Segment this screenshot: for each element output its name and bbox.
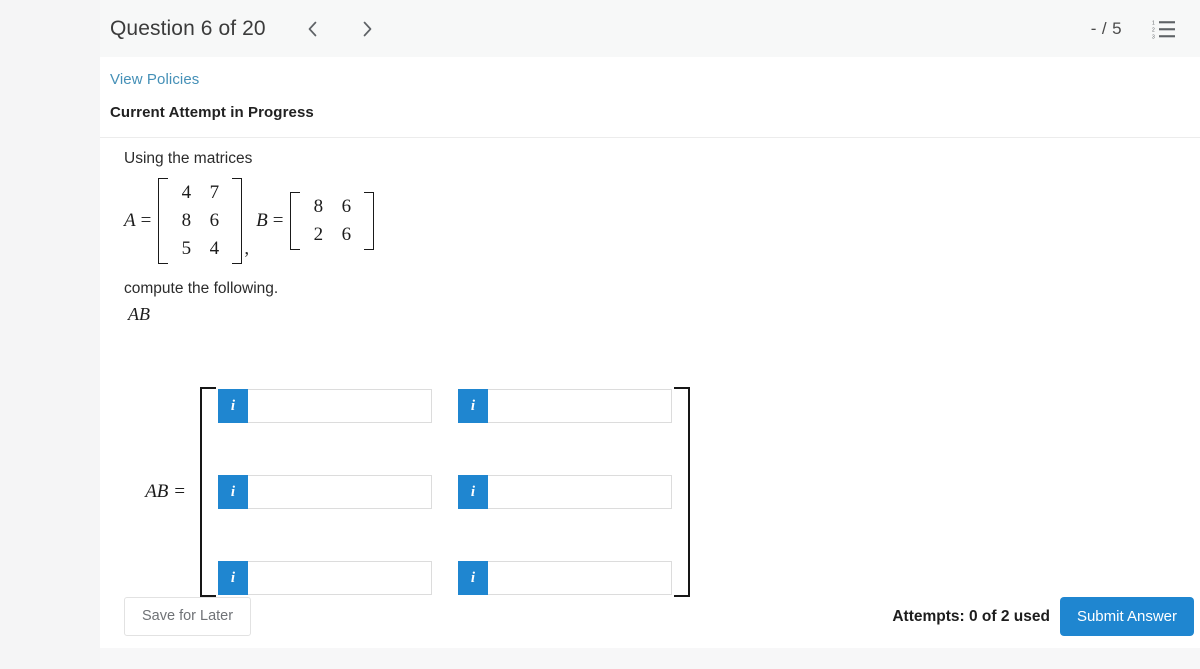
- save-for-later-button[interactable]: Save for Later: [124, 597, 252, 636]
- question-card: View Policies Current Attempt in Progres…: [100, 57, 1200, 648]
- header-divider: [100, 137, 1200, 138]
- given-matrices: A = 4 7 8 6 5 4 , B = 8 6 2 6: [124, 177, 1174, 265]
- question-footer: Save for Later Attempts: 0 of 2 used Sub…: [100, 585, 1200, 648]
- info-icon[interactable]: i: [458, 475, 488, 509]
- svg-text:3: 3: [1152, 34, 1155, 40]
- answer-input-grid: i i i i i i: [216, 389, 674, 595]
- attempts-counter: Attempts: 0 of 2 used: [892, 607, 1050, 625]
- matrix-b-left-bracket: [290, 191, 301, 251]
- info-icon[interactable]: i: [458, 389, 488, 423]
- question-list-icon[interactable]: 1 2 3: [1152, 18, 1176, 40]
- previous-question-icon[interactable]: [304, 18, 322, 40]
- quiz-page: Question 6 of 20 - / 5 1 2 3 View Polici…: [0, 0, 1200, 669]
- compute-instruction: compute the following.: [124, 280, 279, 298]
- answer-input[interactable]: [248, 475, 432, 509]
- info-icon[interactable]: i: [218, 389, 248, 423]
- attempt-status-heading: Current Attempt in Progress: [110, 104, 314, 121]
- matrix-cell: 6: [209, 210, 220, 232]
- matrix-cell: 6: [341, 195, 352, 217]
- matrix-b-name: B: [256, 210, 268, 232]
- matrix-a-rows: 4 7 8 6 5 4: [168, 178, 232, 264]
- question-header-bar: Question 6 of 20 - / 5 1 2 3: [100, 0, 1200, 57]
- matrix-b: 8 6 2 6: [290, 191, 375, 251]
- answer-right-bracket: [674, 387, 690, 597]
- matrix-cell: 4: [181, 181, 192, 203]
- answer-matrix: AB = i i i i i i: [124, 387, 690, 597]
- matrix-cell: 8: [181, 210, 192, 232]
- matrix-row: 8 6: [172, 207, 228, 235]
- question-navigation: [304, 18, 376, 40]
- matrix-cell: 6: [341, 224, 352, 246]
- answer-cell: i: [458, 389, 672, 423]
- matrix-a-left-bracket: [158, 177, 169, 265]
- submit-answer-button[interactable]: Submit Answer: [1059, 597, 1194, 636]
- info-icon[interactable]: i: [218, 475, 248, 509]
- answer-input[interactable]: [488, 475, 672, 509]
- matrix-cell: 2: [313, 224, 324, 246]
- matrix-cell: 5: [181, 238, 192, 260]
- answer-row: i i: [218, 475, 672, 509]
- matrix-a-name: A: [124, 210, 136, 232]
- matrix-row: 5 4: [172, 235, 228, 263]
- matrix-b-rows: 8 6 2 6: [300, 192, 364, 250]
- next-question-icon[interactable]: [358, 18, 376, 40]
- matrix-row: 2 6: [304, 221, 360, 249]
- matrix-separator: ,: [244, 238, 250, 260]
- matrix-cell: 7: [209, 181, 220, 203]
- question-intro-text: Using the matrices: [124, 150, 253, 167]
- matrix-cell: 4: [209, 238, 220, 260]
- matrix-b-equals: =: [272, 210, 284, 232]
- matrix-a-right-bracket: [232, 177, 243, 265]
- matrix-a-equals: =: [140, 210, 152, 232]
- matrix-row: 4 7: [172, 179, 228, 207]
- view-policies-link[interactable]: View Policies: [110, 71, 199, 88]
- matrix-a: 4 7 8 6 5 4: [158, 177, 243, 265]
- svg-text:1: 1: [1152, 20, 1155, 26]
- answer-input[interactable]: [488, 389, 672, 423]
- question-body: Using the matrices A = 4 7 8 6 5 4 , B =…: [124, 149, 1174, 325]
- matrix-b-right-bracket: [364, 191, 375, 251]
- left-gutter: [0, 0, 100, 669]
- page-title: Question 6 of 20: [110, 16, 266, 40]
- answer-cell: i: [458, 475, 672, 509]
- score-display: - / 5: [1090, 18, 1122, 38]
- answer-cell: i: [218, 389, 432, 423]
- answer-input[interactable]: [248, 389, 432, 423]
- matrix-row: 8 6: [304, 193, 360, 221]
- answer-matrix-label: AB =: [145, 481, 186, 502]
- expression-label: AB: [128, 304, 150, 325]
- answer-left-bracket: [200, 387, 216, 597]
- matrix-cell: 8: [313, 195, 324, 217]
- svg-text:2: 2: [1152, 27, 1155, 33]
- answer-cell: i: [218, 475, 432, 509]
- answer-row: i i: [218, 389, 672, 423]
